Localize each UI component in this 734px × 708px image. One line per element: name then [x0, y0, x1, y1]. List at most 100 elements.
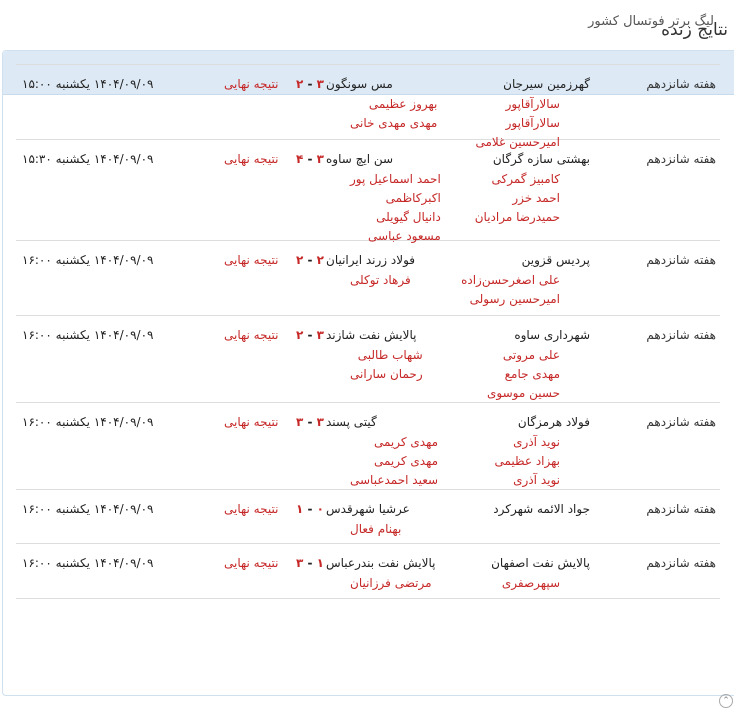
- match-score: ۳ - ۳: [296, 415, 324, 429]
- scorer-name: مهدی جامع: [504, 367, 560, 381]
- scorer-name: نوید آذری: [513, 435, 560, 449]
- score-separator: -: [303, 502, 317, 516]
- match-row[interactable]: هفته شانزدهم پردیس قزوین ۲ - ۲ فولاد زرند ا…: [16, 241, 720, 316]
- match-status: نتیجه نهایی: [224, 415, 279, 429]
- match-score: ۲ - ۲: [296, 253, 324, 267]
- away-scorers: بهنام فعال: [350, 520, 401, 539]
- scorer-name: فرهاد توکلی: [350, 273, 411, 287]
- away-team: عرشیا شهرقدس: [326, 502, 410, 516]
- home-scorers: سپهرصفری: [502, 574, 560, 593]
- match-score: ۲ - ۳: [296, 77, 324, 91]
- scorer-name: امیرحسین رسولی: [469, 292, 560, 306]
- home-scorers: علی اصغرحسن‌زاده امیرحسین رسولی: [461, 271, 560, 309]
- scorer-name: بهزاد عظیمی: [494, 454, 560, 468]
- score-separator: -: [303, 77, 317, 91]
- scorer-name: احمد خزر: [512, 191, 560, 205]
- match-week: هفته شانزدهم: [646, 152, 716, 166]
- match-status: نتیجه نهایی: [224, 328, 279, 342]
- league-title[interactable]: لیگ برتر فوتسال کشور: [588, 14, 714, 29]
- scorer-name: علی اصغرحسن‌زاده: [461, 273, 560, 287]
- match-datetime: ۱۴۰۴/۰۹/۰۹ یکشنبه ۱۵:۰۰: [22, 77, 154, 91]
- match-score: ۱ - ۰: [296, 502, 324, 516]
- match-row[interactable]: هفته شانزدهم جواد الائمه شهرکرد ۱ - ۰ عرشیا…: [16, 490, 720, 544]
- scorer-name: حسین موسوی: [487, 386, 560, 400]
- match-datetime: ۱۴۰۴/۰۹/۰۹ یکشنبه ۱۶:۰۰: [22, 415, 154, 429]
- score-separator: -: [303, 415, 317, 429]
- scorer-name: بهنام فعال: [350, 522, 402, 536]
- match-datetime: ۱۴۰۴/۰۹/۰۹ یکشنبه ۱۵:۳۰: [22, 152, 154, 166]
- scorer-name: سعید احمدعباسی: [350, 473, 439, 487]
- scorer-name: مهدی کریمی: [373, 435, 439, 449]
- away-team: پالایش نفت بندرعباس: [326, 556, 436, 570]
- away-scorers: مهدی کریمی مهدی کریمی سعید احمدعباسی: [350, 433, 438, 490]
- score-separator: -: [303, 328, 317, 342]
- away-team: فولاد زرند ایرانیان: [326, 253, 416, 267]
- match-status: نتیجه نهایی: [224, 502, 279, 516]
- score-separator: -: [303, 556, 317, 570]
- away-scorers: شهاب طالبی رحمان سارانی: [350, 346, 423, 384]
- match-week: هفته شانزدهم: [646, 328, 716, 342]
- match-status: نتیجه نهایی: [224, 253, 279, 267]
- scorer-name: کامبیز گمرکی: [491, 172, 560, 186]
- match-week: هفته شانزدهم: [646, 77, 716, 91]
- scorer-name: حمیدرضا مرادیان: [474, 210, 560, 224]
- match-status: نتیجه نهایی: [224, 152, 279, 166]
- match-score: ۲ - ۳: [296, 328, 324, 342]
- match-week: هفته شانزدهم: [646, 502, 716, 516]
- score-separator: -: [303, 253, 317, 267]
- scorer-name: سپهرصفری: [501, 576, 560, 590]
- scorer-name: مرتضی فرزانیان: [350, 576, 432, 590]
- scorer-name: دانیال گیویلی: [376, 210, 441, 224]
- scorer-name: مهدی کریمی: [373, 454, 439, 468]
- scorer-name: سالارآقاپور: [505, 116, 560, 130]
- match-row[interactable]: هفته شانزدهم پالایش نفت اصفهان ۳ - ۱ پالایش…: [16, 544, 720, 598]
- home-goals: ۳: [316, 77, 324, 91]
- home-team: پالایش نفت اصفهان: [491, 556, 590, 570]
- scroll-to-top-icon[interactable]: ⌃: [719, 694, 733, 708]
- match-datetime: ۱۴۰۴/۰۹/۰۹ یکشنبه ۱۶:۰۰: [22, 502, 154, 516]
- match-score: ۴ - ۳: [296, 152, 324, 166]
- away-team: سن ایچ ساوه: [326, 152, 394, 166]
- home-scorers: کامبیز گمرکی احمد خزر حمیدرضا مرادیان: [475, 170, 560, 227]
- scorer-name: سالارآقاپور: [505, 97, 560, 111]
- match-week: هفته شانزدهم: [646, 253, 716, 267]
- home-team: شهرداری ساوه: [514, 328, 590, 342]
- match-week: هفته شانزدهم: [646, 415, 716, 429]
- match-status: نتیجه نهایی: [224, 556, 279, 570]
- home-team: گهرزمین سیرجان: [503, 77, 590, 91]
- home-goals: ۰: [316, 502, 324, 516]
- match-row[interactable]: هفته شانزدهم بهشتی سازه گرگان ۴ - ۳ سن ایچ …: [16, 140, 720, 243]
- away-scorers: فرهاد توکلی: [350, 271, 411, 290]
- away-scorers: بهروز عظیمی مهدی مهدی خانی: [350, 95, 437, 133]
- away-team: پالایش نفت شازند: [326, 328, 417, 342]
- match-datetime: ۱۴۰۴/۰۹/۰۹ یکشنبه ۱۶:۰۰: [22, 556, 154, 570]
- match-datetime: ۱۴۰۴/۰۹/۰۹ یکشنبه ۱۶:۰۰: [22, 253, 154, 267]
- home-scorers: علی مروتی مهدی جامع حسین موسوی: [487, 346, 560, 403]
- scorer-name: شهاب طالبی: [357, 348, 423, 362]
- scorer-name: بهروز عظیمی: [368, 97, 438, 111]
- home-goals: ۱: [316, 556, 324, 570]
- match-score: ۳ - ۱: [296, 556, 324, 570]
- match-status: نتیجه نهایی: [224, 77, 279, 91]
- match-row[interactable]: هفته شانزدهم گهرزمین سیرجان ۲ - ۳ مس سونگون…: [16, 65, 720, 149]
- scorer-name: علی مروتی: [502, 348, 560, 362]
- away-team: مس سونگون: [326, 77, 393, 91]
- matches-table: هفته شانزدهم گهرزمین سیرجان ۲ - ۳ مس سونگون…: [16, 64, 720, 599]
- home-team: پردیس قزوین: [521, 253, 590, 267]
- home-scorers: نوید آذری بهزاد عظیمی نوید آذری: [494, 433, 560, 490]
- match-datetime: ۱۴۰۴/۰۹/۰۹ یکشنبه ۱۶:۰۰: [22, 328, 154, 342]
- match-row[interactable]: هفته شانزدهم فولاد هرمزگان ۳ - ۳ گیتی پسند ن…: [16, 403, 720, 490]
- home-goals: ۳: [316, 415, 324, 429]
- scorer-name: اکبرکاظمی: [385, 191, 441, 205]
- home-team: فولاد هرمزگان: [517, 415, 590, 429]
- away-scorers: مرتضی فرزانیان: [350, 574, 432, 593]
- scorer-name: مهدی مهدی خانی: [350, 116, 438, 130]
- home-team: جواد الائمه شهرکرد: [493, 502, 590, 516]
- away-scorers: احمد اسماعیل پور اکبرکاظمی دانیال گیویلی مس…: [350, 170, 441, 246]
- scorer-name: رحمان سارانی: [350, 367, 423, 381]
- scorer-name: احمد اسماعیل پور: [350, 172, 441, 186]
- home-goals: ۳: [316, 152, 324, 166]
- score-separator: -: [303, 152, 317, 166]
- match-row[interactable]: هفته شانزدهم شهرداری ساوه ۲ - ۳ پالایش نفت …: [16, 316, 720, 403]
- match-week: هفته شانزدهم: [646, 556, 716, 570]
